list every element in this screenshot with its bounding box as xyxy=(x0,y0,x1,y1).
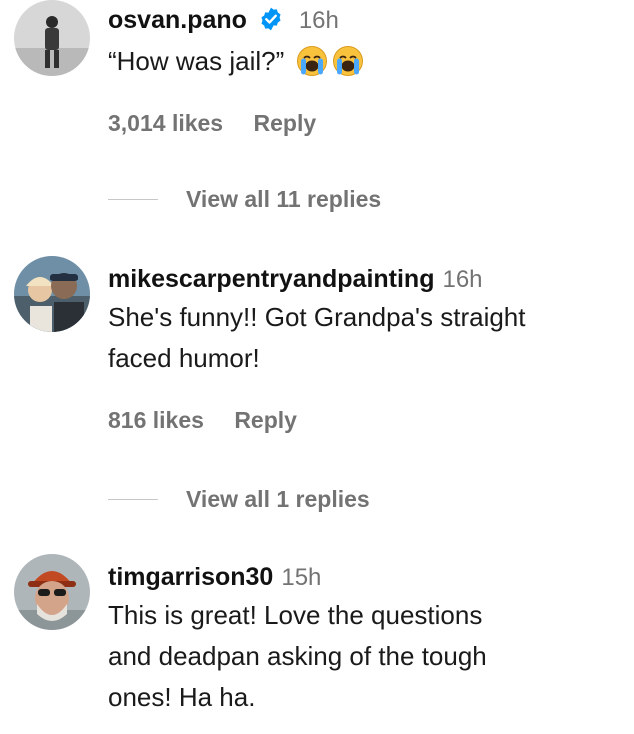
comment-text-content: “How was jail?” xyxy=(108,46,285,76)
comment-text-line: This is great! Love the questions xyxy=(108,600,483,630)
comment-text: “How was jail?” xyxy=(108,41,626,89)
avatar[interactable] xyxy=(14,554,90,630)
comment-text-line: faced humor! xyxy=(108,343,260,373)
view-replies-label: View all 1 replies xyxy=(186,485,370,512)
likes-count-link[interactable]: 816 likes xyxy=(108,407,204,433)
username-link[interactable]: osvan.pano xyxy=(108,6,247,34)
loudly-crying-face-icon xyxy=(296,45,328,89)
comment-text-line: She's funny!! Got Grandpa's straight xyxy=(108,302,526,332)
username-link[interactable]: timgarrison30 xyxy=(108,563,273,591)
comment-header: timgarrison30 15h xyxy=(108,560,626,595)
avatar[interactable] xyxy=(14,256,90,332)
comment-meta: 3,014 likes Reply xyxy=(108,110,340,137)
reply-button[interactable]: Reply xyxy=(254,110,317,136)
username-link[interactable]: mikescarpentryandpainting xyxy=(108,265,434,293)
view-replies-label: View all 11 replies xyxy=(186,185,382,212)
comment-timestamp: 16h xyxy=(298,7,339,34)
avatar-image xyxy=(14,554,90,630)
comment-body: mikescarpentryandpainting 16h She's funny… xyxy=(108,262,626,379)
likes-count-link[interactable]: 3,014 likes xyxy=(108,110,223,136)
avatar-image xyxy=(14,0,90,76)
comment-body: timgarrison30 15h This is great! Love the… xyxy=(108,560,626,718)
comment-timestamp: 15h xyxy=(281,564,322,591)
divider-line xyxy=(108,498,158,500)
comment-meta: 816 likes Reply xyxy=(108,407,321,434)
comment-text: This is great! Love the questions and de… xyxy=(108,595,626,718)
comment-text-line: and deadpan asking of the tough xyxy=(108,641,487,671)
comment-timestamp: 16h xyxy=(442,266,483,293)
verified-badge-icon xyxy=(258,6,284,41)
view-replies-button[interactable]: View all 1 replies xyxy=(108,484,370,514)
comment-text-line: ones! Ha ha. xyxy=(108,682,256,712)
comment-header: mikescarpentryandpainting 16h xyxy=(108,262,626,297)
reply-button[interactable]: Reply xyxy=(234,407,297,433)
loudly-crying-face-icon xyxy=(332,45,364,89)
view-replies-button[interactable]: View all 11 replies xyxy=(108,184,381,214)
avatar-image xyxy=(14,256,90,332)
comment-text: She's funny!! Got Grandpa's straight fac… xyxy=(108,297,626,379)
avatar[interactable] xyxy=(14,0,90,76)
divider-line xyxy=(108,198,158,200)
comment-body: osvan.pano 16h “How was jail?” xyxy=(108,3,626,89)
comment-header: osvan.pano 16h xyxy=(108,3,626,41)
